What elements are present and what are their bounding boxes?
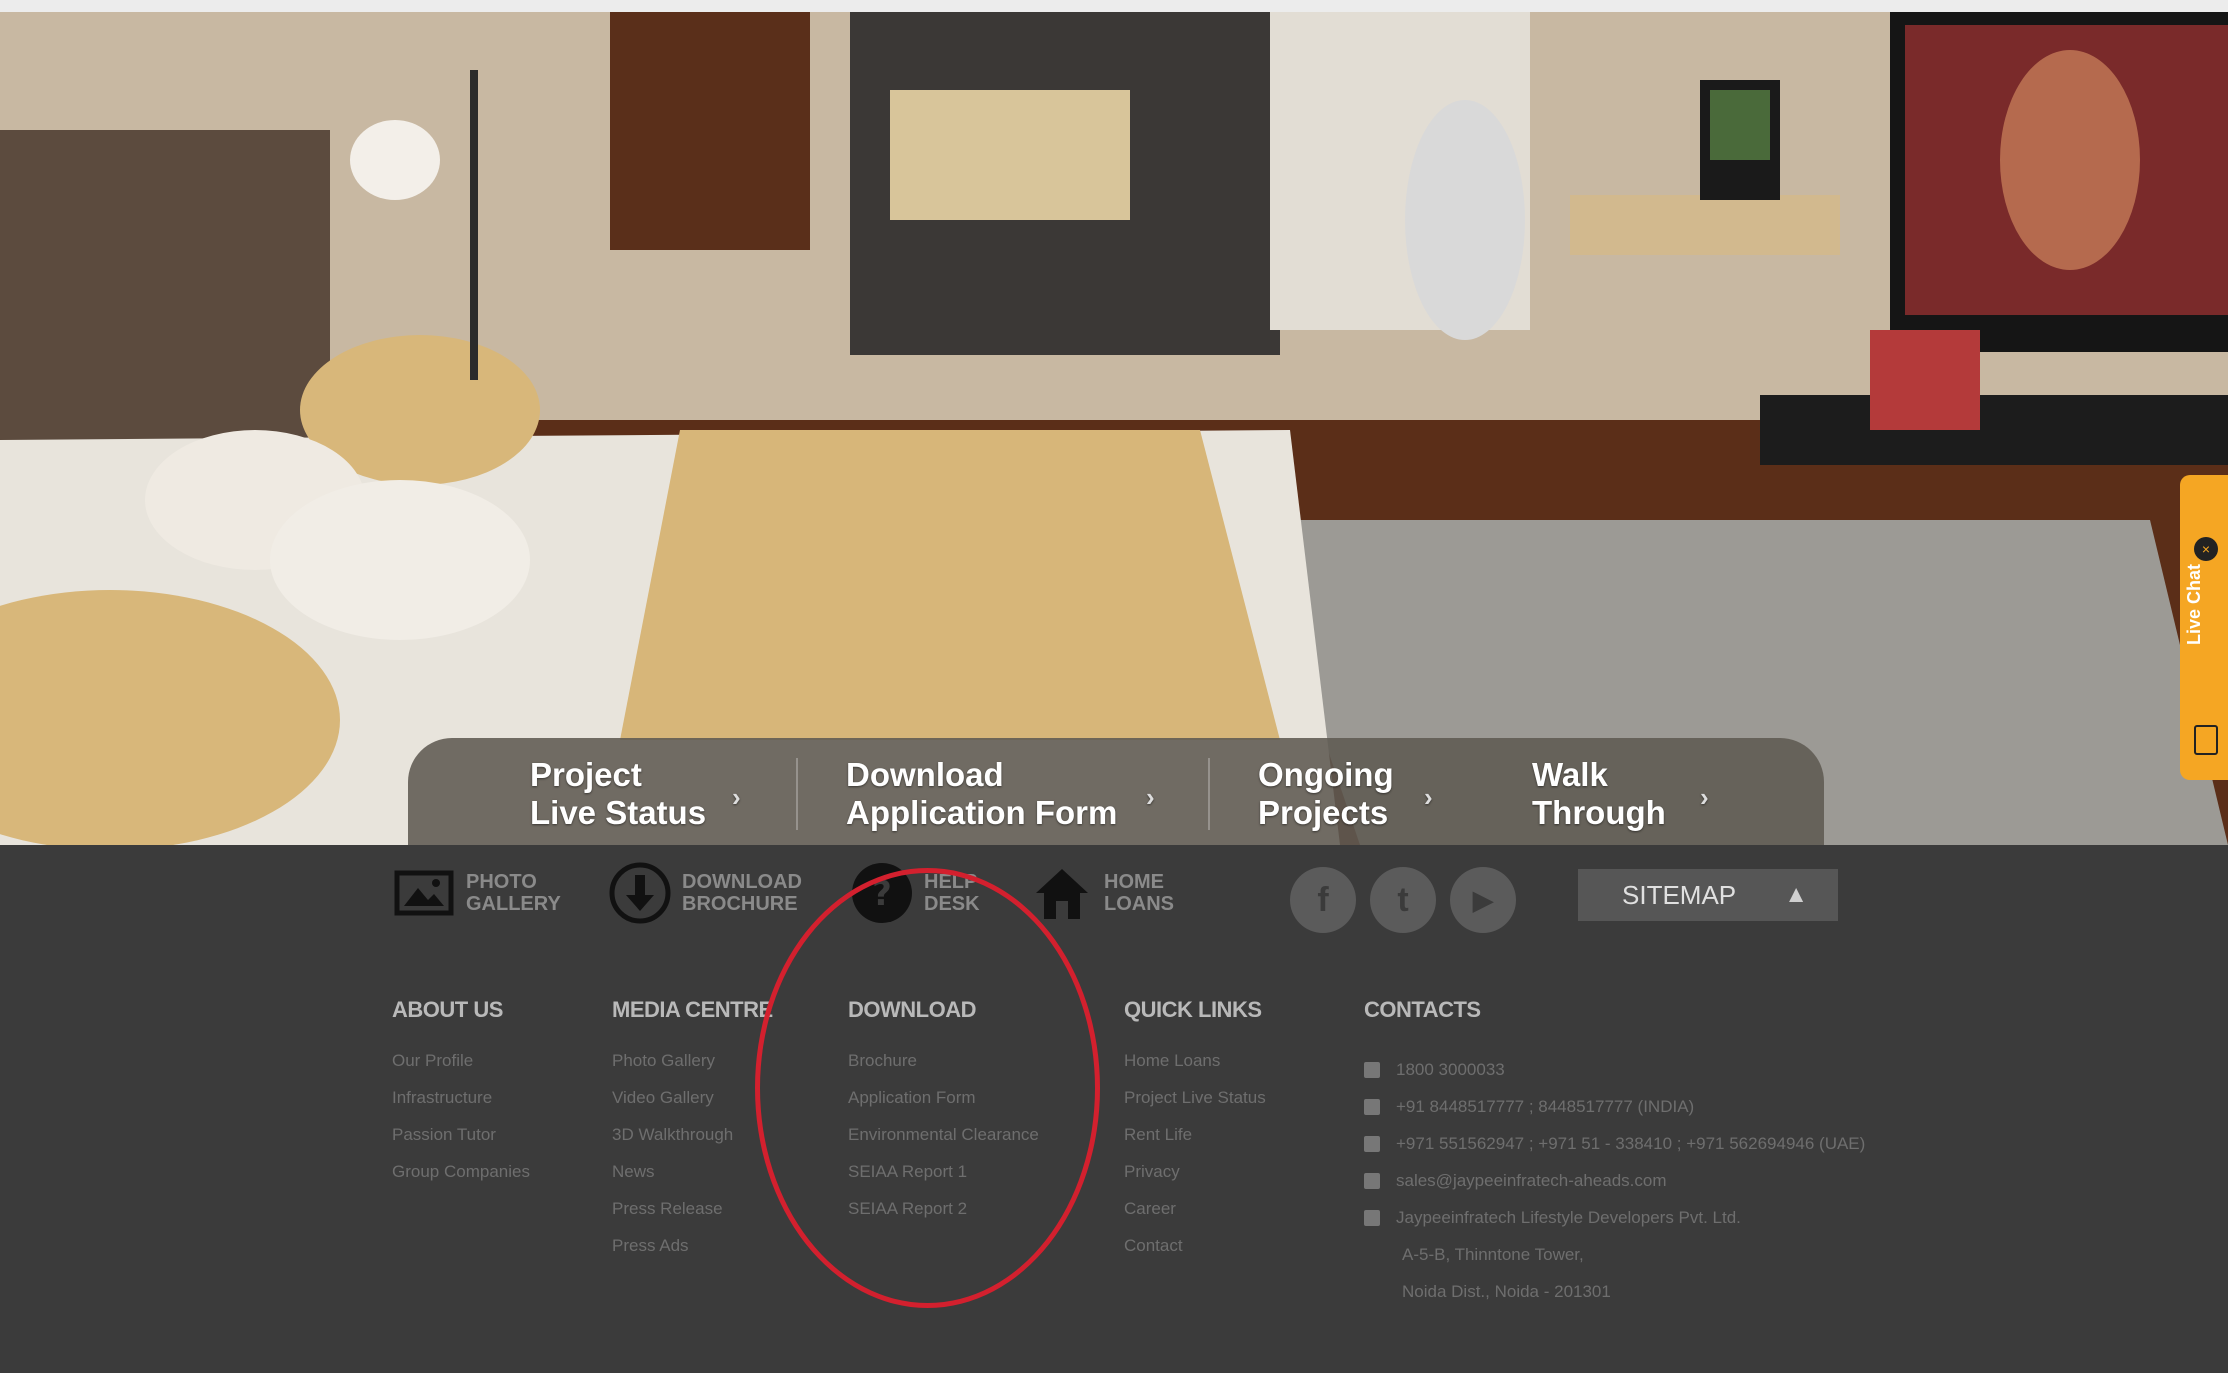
twitter-icon[interactable]: t: [1370, 867, 1436, 933]
chevron-right-icon: ›: [1146, 782, 1155, 812]
footer-link[interactable]: 3D Walkthrough: [612, 1125, 773, 1162]
home-loans-line2: LOANS: [1104, 893, 1174, 915]
download-brochure-line1: DOWNLOAD: [682, 871, 802, 893]
live-chat-tab[interactable]: × Live Chat: [2180, 475, 2228, 780]
live-chat-label: Live Chat: [2184, 563, 2204, 645]
column-heading: MEDIA CENTRE: [612, 997, 773, 1022]
photo-gallery-icon: [392, 861, 456, 925]
cta-walk-through[interactable]: Walk Through ›: [1532, 756, 1709, 832]
footer-col-contacts: CONTACTS 1800 3000033 +91 8448517777 ; 8…: [1364, 997, 1865, 1310]
footer-link[interactable]: Rent Life: [1124, 1125, 1266, 1162]
cta-bar: Project Live Status › Download Applicati…: [408, 738, 1824, 848]
footer-link[interactable]: News: [612, 1162, 773, 1199]
sitemap-button[interactable]: SITEMAP ▲: [1578, 869, 1838, 921]
hero-image: [0, 0, 2228, 845]
cta-line2: Projects: [1258, 794, 1389, 831]
column-heading: CONTACTS: [1364, 997, 1481, 1022]
youtube-icon[interactable]: ▶: [1450, 867, 1516, 933]
divider: [796, 758, 798, 830]
highlight-circle: [755, 868, 1100, 1308]
contact-text: sales@jaypeeinfratech-aheads.com: [1396, 1170, 1667, 1190]
contact-row: Noida Dist., Noida - 201301: [1364, 1273, 1865, 1310]
site-footer: PHOTO GALLERY DOWNLOAD BROCHURE ? HELP DESK…: [0, 845, 2228, 1373]
chevron-up-icon: ▲: [1784, 881, 1808, 908]
contact-text: A-5-B, Thinntone Tower,: [1402, 1244, 1584, 1264]
cta-line1: Ongoing: [1258, 756, 1394, 793]
facebook-icon[interactable]: f: [1290, 867, 1356, 933]
chat-icon: [2194, 725, 2218, 755]
footer-link[interactable]: Project Live Status: [1124, 1088, 1266, 1125]
home-icon: [1030, 861, 1094, 925]
sitemap-label: SITEMAP: [1622, 879, 1737, 910]
cta-line1: Download: [846, 756, 1004, 793]
contact-text: 1800 3000033: [1396, 1059, 1505, 1079]
contact-text: Noida Dist., Noida - 201301: [1402, 1281, 1611, 1301]
chevron-right-icon: ›: [1424, 782, 1433, 812]
contact-row[interactable]: sales@jaypeeinfratech-aheads.com: [1364, 1162, 1865, 1199]
cta-download-application-form[interactable]: Download Application Form ›: [846, 756, 1155, 832]
contact-row: +971 551562947 ; +971 51 - 338410 ; +971…: [1364, 1125, 1865, 1162]
contact-text: Jaypeeinfratech Lifestyle Developers Pvt…: [1396, 1207, 1741, 1227]
footer-col-quick-links: QUICK LINKS Home Loans Project Live Stat…: [1124, 997, 1266, 1273]
footer-link[interactable]: Photo Gallery: [612, 1051, 773, 1088]
contact-row: +91 8448517777 ; 8448517777 (INDIA): [1364, 1088, 1865, 1125]
contact-text: +971 551562947 ; +971 51 - 338410 ; +971…: [1396, 1133, 1866, 1153]
download-brochure-line2: BROCHURE: [682, 893, 798, 915]
footer-link[interactable]: Our Profile: [392, 1051, 530, 1088]
footer-col-about: ABOUT US Our Profile Infrastructure Pass…: [392, 997, 530, 1199]
browser-top-strip: [0, 0, 2228, 12]
divider: [1208, 758, 1210, 830]
footer-link[interactable]: Home Loans: [1124, 1051, 1266, 1088]
footer-link[interactable]: Passion Tutor: [392, 1125, 530, 1162]
email-icon: [1364, 1172, 1380, 1189]
contact-row: 1800 3000033: [1364, 1051, 1865, 1088]
footer-link[interactable]: Group Companies: [392, 1162, 530, 1199]
contact-row: A-5-B, Thinntone Tower,: [1364, 1236, 1865, 1273]
cta-line2: Application Form: [846, 794, 1118, 831]
cta-line1: Project: [530, 756, 642, 793]
contact-row: Jaypeeinfratech Lifestyle Developers Pvt…: [1364, 1199, 1865, 1236]
footer-link[interactable]: Privacy: [1124, 1162, 1266, 1199]
footer-link[interactable]: Video Gallery: [612, 1088, 773, 1125]
chevron-right-icon: ›: [732, 782, 741, 812]
photo-gallery-line1: PHOTO: [466, 871, 537, 893]
chevron-right-icon: ›: [1700, 782, 1709, 812]
footer-link[interactable]: Press Release: [612, 1199, 773, 1236]
footer-link[interactable]: Contact: [1124, 1236, 1266, 1273]
cta-line2: Through: [1532, 794, 1666, 831]
column-heading: QUICK LINKS: [1124, 997, 1262, 1022]
cta-ongoing-projects[interactable]: Ongoing Projects ›: [1258, 756, 1433, 832]
cta-line2: Live Status: [530, 794, 707, 831]
column-heading: ABOUT US: [392, 997, 503, 1022]
photo-gallery-link[interactable]: PHOTO GALLERY: [392, 861, 561, 925]
home-loans-link[interactable]: HOME LOANS: [1030, 861, 1174, 925]
footer-link[interactable]: Press Ads: [612, 1236, 773, 1273]
photo-gallery-line2: GALLERY: [466, 893, 561, 915]
home-loans-line1: HOME: [1104, 871, 1164, 893]
mobile-icon: [1364, 1135, 1380, 1152]
hero-banner: × Live Chat: [0, 0, 2228, 845]
contact-text: +91 8448517777 ; 8448517777 (INDIA): [1396, 1096, 1695, 1116]
cta-project-live-status[interactable]: Project Live Status ›: [530, 756, 741, 832]
cta-line1: Walk: [1532, 756, 1608, 793]
footer-link[interactable]: Career: [1124, 1199, 1266, 1236]
download-brochure-link[interactable]: DOWNLOAD BROCHURE: [608, 861, 802, 925]
footer-link[interactable]: Infrastructure: [392, 1088, 530, 1125]
mobile-icon: [1364, 1098, 1380, 1115]
home-icon: [1364, 1209, 1380, 1226]
footer-col-media: MEDIA CENTRE Photo Gallery Video Gallery…: [612, 997, 773, 1273]
download-icon: [608, 861, 672, 925]
phone-icon: [1364, 1061, 1380, 1078]
page: × Live Chat Project Live Status › Downlo…: [0, 0, 2228, 1373]
